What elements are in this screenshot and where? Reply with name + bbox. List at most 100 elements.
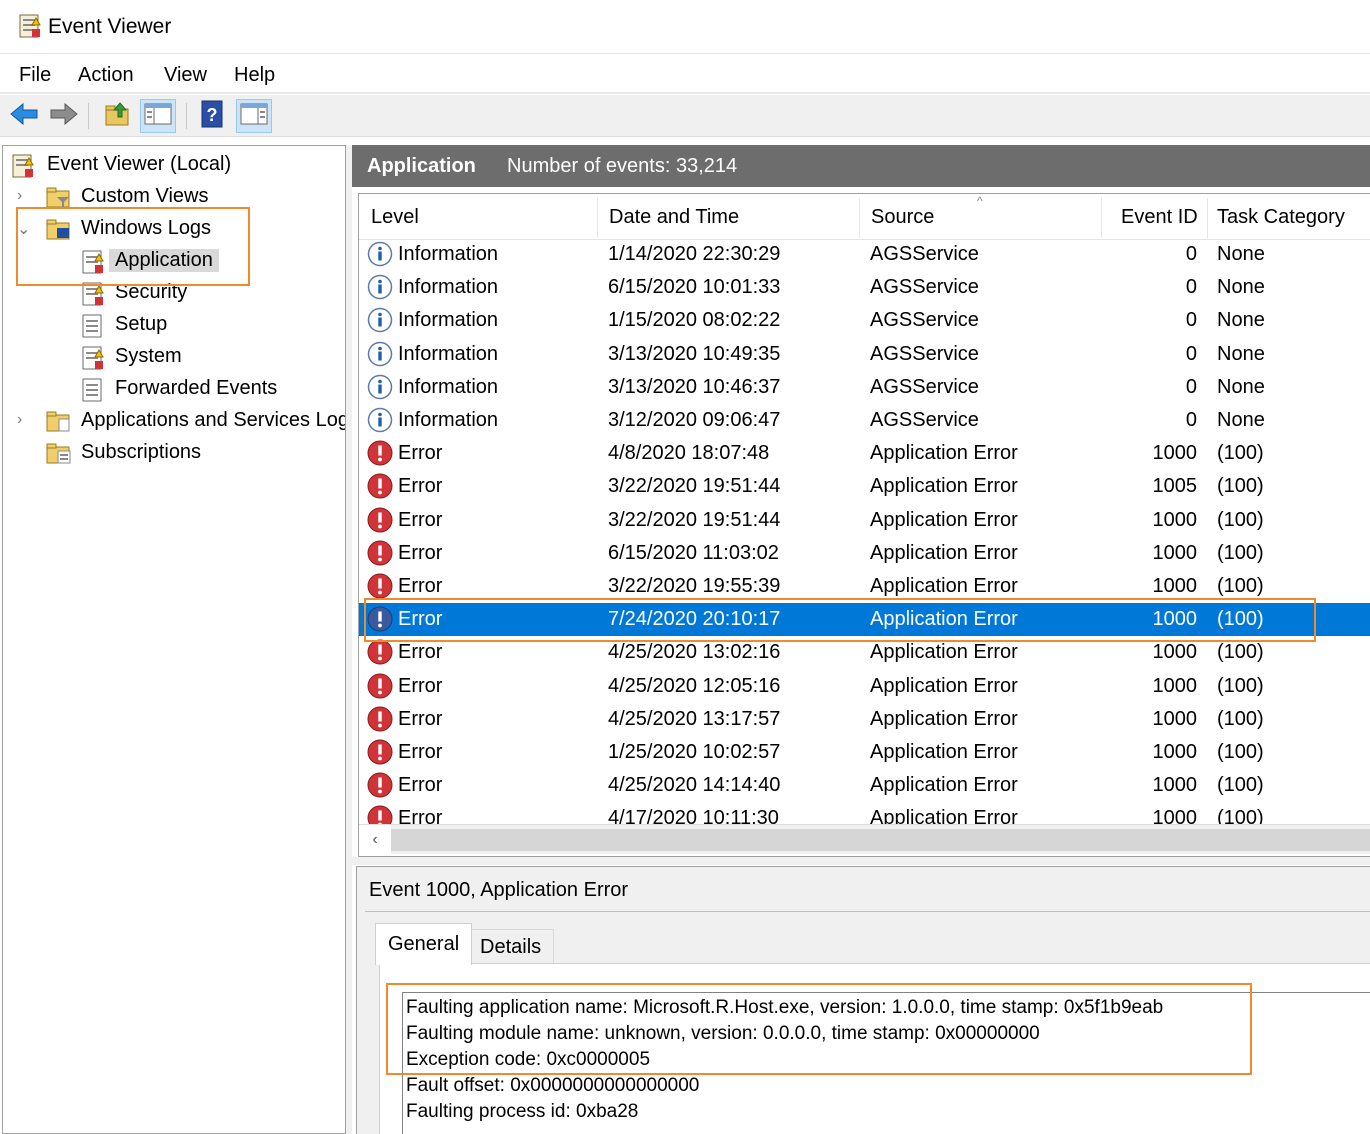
cell-source: Application Error <box>870 641 1018 664</box>
table-row[interactable]: Error 4/25/2020 13:02:16 Application Error… <box>359 636 1370 669</box>
table-row-selected[interactable]: Error 7/24/2020 20:10:17 Application Error… <box>359 603 1370 637</box>
cell-source: Application Error <box>870 541 1018 564</box>
description-line: Exception code: 0xc0000005 <box>406 1049 651 1070</box>
menu-view[interactable]: View <box>164 64 207 87</box>
navigation-tree: Event Viewer (Local) › Custom Views ⌄ Wi… <box>2 145 346 1134</box>
information-icon <box>367 307 393 339</box>
tree-item-event-viewer-local[interactable]: Event Viewer (Local) <box>11 150 341 180</box>
horizontal-splitter[interactable] <box>352 857 1370 865</box>
column-divider[interactable] <box>1101 198 1102 238</box>
column-header-source[interactable]: Source <box>871 206 934 229</box>
table-row[interactable]: Error 4/17/2020 10:11:30 Application Error… <box>359 802 1370 824</box>
chevron-down-icon[interactable]: ⌄ <box>17 219 31 239</box>
tree-item-label: Setup <box>115 313 168 335</box>
tree-item-application[interactable]: Application <box>77 246 339 276</box>
tree-item-applications-and-services-logs[interactable]: › Applications and Services Log <box>17 406 345 436</box>
table-row[interactable]: Information 3/13/2020 10:49:35 AGSService 0… <box>359 338 1370 371</box>
column-divider[interactable] <box>859 198 860 238</box>
up-button[interactable] <box>100 99 136 133</box>
cell-level: Error <box>398 575 443 597</box>
help-button[interactable]: ? <box>194 99 230 133</box>
toolbar: ? <box>0 95 1370 137</box>
column-divider[interactable] <box>1207 198 1208 238</box>
cell-date-time: 4/25/2020 13:17:57 <box>608 707 781 730</box>
cell-level: Error <box>398 707 443 730</box>
cell-source: Application Error <box>870 741 1018 763</box>
table-row[interactable]: Error 3/22/2020 19:51:44 Application Error… <box>359 470 1370 503</box>
table-row[interactable]: Information 3/13/2020 10:46:37 AGSService 0… <box>359 371 1370 404</box>
scrollbar-thumb[interactable] <box>391 829 1370 851</box>
forward-button[interactable] <box>46 99 82 133</box>
table-row[interactable]: Error 4/25/2020 14:14:40 Application Error… <box>359 769 1370 802</box>
menu-action[interactable]: Action <box>78 64 134 87</box>
column-header-level[interactable]: Level <box>371 206 419 229</box>
table-row[interactable]: Error 3/22/2020 19:55:39 Application Error… <box>359 570 1370 603</box>
event-viewer-icon <box>11 153 35 184</box>
cell-event-id: 1000 <box>1152 575 1198 597</box>
cell-event-id: 1000 <box>1152 774 1198 797</box>
tree-item-label: Event Viewer (Local) <box>47 153 232 175</box>
tree-item-security[interactable]: Security <box>77 278 339 308</box>
information-icon <box>367 374 393 406</box>
tab-details[interactable]: Details <box>467 929 555 963</box>
cell-date-time: 6/15/2020 10:01:33 <box>608 276 781 299</box>
tree-item-windows-logs[interactable]: ⌄ Windows Logs <box>17 214 337 244</box>
cell-level: Error <box>398 774 443 797</box>
vertical-splitter[interactable] <box>346 145 352 1134</box>
tree-item-label: Windows Logs <box>81 217 212 239</box>
event-count: Number of events: 33,214 <box>507 155 738 177</box>
table-row[interactable]: Information 6/15/2020 10:01:33 AGSService 0… <box>359 271 1370 304</box>
tree-item-setup[interactable]: Setup <box>77 310 339 340</box>
menu-help[interactable]: Help <box>234 64 275 87</box>
table-row[interactable]: Information 1/15/2020 08:02:22 AGSService 0… <box>359 304 1370 337</box>
tree-item-subscriptions[interactable]: Subscriptions <box>17 438 337 468</box>
cell-source: Application Error <box>870 707 1018 730</box>
cell-source: Application Error <box>870 674 1018 697</box>
cell-task-category: (100) <box>1217 575 1264 597</box>
table-row[interactable]: Error 1/25/2020 10:02:57 Application Error… <box>359 736 1370 769</box>
cell-task-category: (100) <box>1217 741 1264 763</box>
cell-date-time: 1/25/2020 10:02:57 <box>608 741 781 763</box>
event-viewer-app-icon <box>18 13 42 44</box>
cell-task-category: None <box>1217 276 1265 299</box>
column-header-event-id[interactable]: Event ID <box>1121 206 1198 229</box>
back-button[interactable] <box>6 99 42 133</box>
cell-event-id: 0 <box>1185 243 1197 265</box>
table-row[interactable]: Error 6/15/2020 11:03:02 Application Error… <box>359 537 1370 570</box>
table-row[interactable]: Information 3/12/2020 09:06:47 AGSService 0… <box>359 404 1370 437</box>
scroll-left-icon[interactable]: ‹ <box>359 825 391 855</box>
table-row[interactable]: Error 4/25/2020 13:17:57 Application Error… <box>359 703 1370 736</box>
table-row[interactable]: Error 4/25/2020 12:05:16 Application Error… <box>359 670 1370 703</box>
show-hide-tree-button[interactable] <box>140 99 176 133</box>
error-icon <box>367 805 393 824</box>
tab-general[interactable]: General <box>375 923 473 965</box>
column-header-task-category[interactable]: Task Category <box>1217 206 1345 229</box>
column-header-date-time[interactable]: Date and Time <box>609 206 739 229</box>
tree-item-custom-views[interactable]: › Custom Views <box>17 182 337 212</box>
horizontal-scrollbar[interactable]: ‹ <box>359 824 1370 855</box>
error-icon <box>367 639 393 671</box>
chevron-right-icon[interactable]: › <box>17 411 31 429</box>
cell-level: Information <box>398 342 499 365</box>
table-row[interactable]: Error 4/8/2020 18:07:48 Application Error 1… <box>359 437 1370 470</box>
cell-task-category: (100) <box>1217 442 1264 465</box>
menu-file[interactable]: File <box>19 64 51 87</box>
tree-item-forwarded-events[interactable]: Forwarded Events <box>77 374 339 404</box>
cell-level: Error <box>398 741 443 763</box>
show-hide-action-pane-button[interactable] <box>236 99 272 133</box>
tree-item-system[interactable]: System <box>77 342 339 372</box>
table-row[interactable]: Error 3/22/2020 19:51:44 Application Error… <box>359 504 1370 537</box>
window-title: Event Viewer <box>48 15 172 38</box>
show-hide-action-pane-icon <box>240 102 268 131</box>
error-icon <box>367 540 393 572</box>
cell-event-id: 0 <box>1185 342 1197 365</box>
table-row[interactable]: Information 1/14/2020 22:30:29 AGSService 0… <box>359 238 1370 271</box>
cell-source: AGSService <box>870 375 979 398</box>
cell-date-time: 1/14/2020 22:30:29 <box>608 243 781 265</box>
column-divider[interactable] <box>597 198 598 238</box>
folder-windows-icon <box>45 217 73 246</box>
cell-task-category: None <box>1217 409 1265 431</box>
chevron-right-icon[interactable]: › <box>17 187 31 205</box>
event-description-box[interactable]: Faulting application name: Microsoft.R.H… <box>402 992 1370 1134</box>
show-hide-tree-icon <box>144 102 172 131</box>
